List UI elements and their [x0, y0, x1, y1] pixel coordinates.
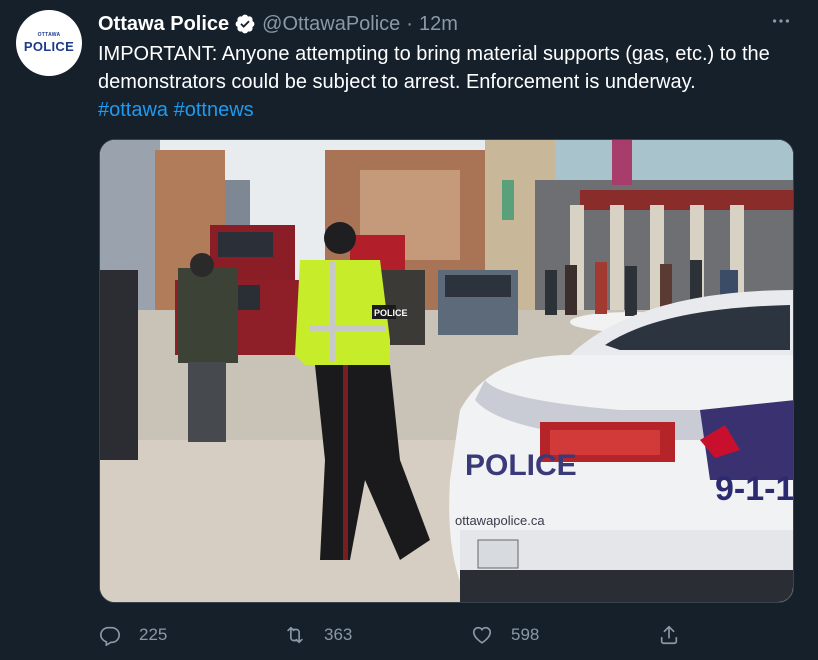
reply-count: 225: [139, 625, 168, 644]
retweet-icon: [287, 626, 303, 644]
tweet-header: Ottawa Police @OttawaPolice · 12m: [98, 12, 458, 36]
share-icon: [660, 625, 678, 645]
action-bar: 225 363 598: [99, 620, 699, 650]
separator-dot: ·: [406, 13, 413, 35]
share-button[interactable]: [658, 620, 680, 650]
retweet-count: 363: [324, 625, 353, 644]
ellipsis-icon[interactable]: [770, 10, 792, 36]
car-number-label: 9-1-1: [715, 470, 794, 508]
heart-icon: [472, 626, 492, 644]
tweet-photo[interactable]: POLICE POLICE 9-1-1 ottawapolice.ca: [99, 139, 794, 603]
reply-button[interactable]: 225: [99, 620, 167, 650]
hashtag-ottawa[interactable]: #ottawa: [98, 99, 168, 121]
avatar-text: POLICE: [23, 39, 75, 54]
verified-badge-icon: [234, 13, 256, 35]
like-button[interactable]: 598: [471, 620, 539, 650]
retweet-button[interactable]: 363: [284, 620, 352, 650]
display-name[interactable]: Ottawa Police: [98, 12, 229, 36]
hashtag-ottnews[interactable]: #ottnews: [174, 99, 254, 121]
like-count: 598: [511, 625, 540, 644]
vest-label: POLICE: [374, 308, 408, 318]
photo-scene: POLICE POLICE 9-1-1 ottawapolice.ca: [100, 140, 794, 602]
car-url-label: ottawapolice.ca: [455, 513, 545, 528]
avatar[interactable]: OTTAWA POLICE: [16, 10, 82, 76]
timestamp[interactable]: 12m: [419, 12, 458, 36]
hashtags: #ottawa #ottnews: [98, 99, 254, 121]
tweet[interactable]: OTTAWA POLICE Ottawa Police @OttawaPolic…: [0, 0, 818, 660]
avatar-small-text: OTTAWA: [37, 32, 61, 38]
handle[interactable]: @OttawaPolice: [262, 12, 400, 36]
tweet-text: IMPORTANT: Anyone attempting to bring ma…: [98, 40, 798, 124]
car-police-label: POLICE: [465, 449, 577, 482]
tweet-body: IMPORTANT: Anyone attempting to bring ma…: [98, 43, 770, 93]
reply-icon: [100, 626, 120, 646]
